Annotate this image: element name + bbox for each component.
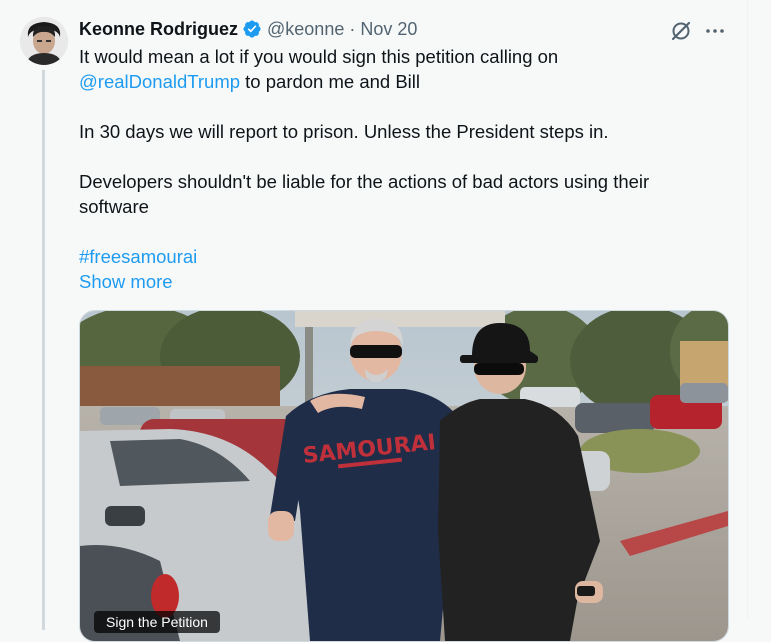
grok-icon[interactable]: [669, 19, 693, 43]
show-more-link[interactable]: Show more: [79, 271, 173, 292]
tweet-line-1: It would mean a lot if you would sign th…: [79, 46, 559, 67]
tweet-timestamp[interactable]: Nov 20: [360, 19, 417, 40]
header-separator: ·: [349, 18, 356, 39]
tweet-container[interactable]: Keonne Rodriguez @keonne · Nov 20 It wou…: [0, 0, 748, 642]
more-icon[interactable]: [703, 19, 727, 43]
mention-link[interactable]: @realDonaldTrump: [79, 71, 240, 92]
tweet-text: It would mean a lot if you would sign th…: [79, 44, 719, 294]
tweet-media-photo[interactable]: SAMOURAI Sign the Petition: [79, 310, 729, 642]
tweet-paragraph-2: In 30 days we will report to prison. Unl…: [79, 121, 609, 142]
tweet-header: Keonne Rodriguez @keonne · Nov 20: [79, 17, 417, 41]
tweet-paragraph-3: Developers shouldn't be liable for the a…: [79, 171, 650, 217]
verified-badge-icon: [242, 19, 262, 39]
tweet-line-2: @realDonaldTrump to pardon me and Bill: [79, 69, 719, 94]
thread-connector-line: [42, 70, 45, 630]
avatar[interactable]: [20, 17, 68, 65]
media-photo-image: SAMOURAI: [80, 311, 728, 641]
sign-petition-label[interactable]: Sign the Petition: [94, 611, 220, 633]
avatar-image: [20, 17, 68, 65]
author-handle[interactable]: @keonne: [267, 19, 344, 40]
author-display-name[interactable]: Keonne Rodriguez: [79, 19, 238, 40]
hashtag-link[interactable]: #freesamourai: [79, 246, 197, 267]
tweet-line-2-rest: to pardon me and Bill: [240, 71, 420, 92]
